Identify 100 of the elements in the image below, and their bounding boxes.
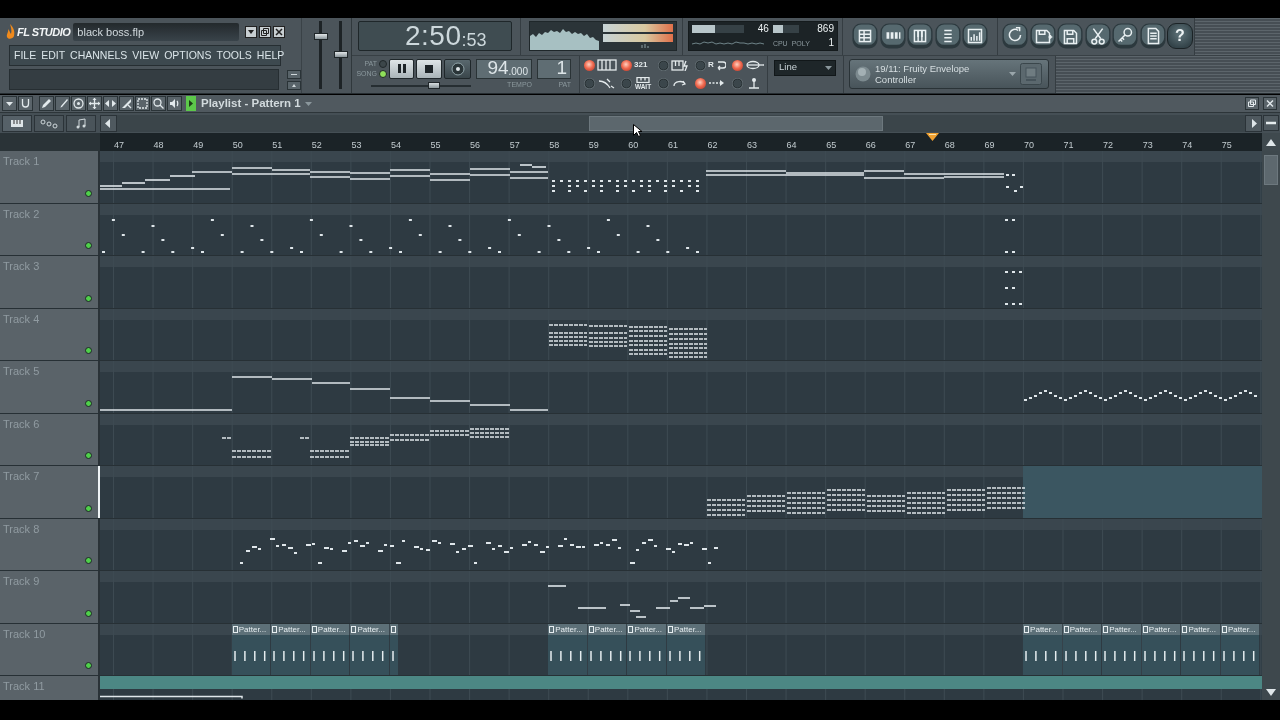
magnifier-icon[interactable] — [151, 96, 166, 111]
lamp-icon[interactable] — [658, 59, 669, 71]
enable-led-icon[interactable] — [85, 294, 92, 302]
minus-icon[interactable] — [1263, 115, 1279, 131]
lamp-icon[interactable] — [584, 77, 595, 89]
lamp-icon[interactable] — [695, 59, 706, 71]
horizontal-scrollbar[interactable] — [117, 114, 1245, 132]
lamp-icon[interactable] — [584, 59, 595, 71]
nodes-icon[interactable] — [34, 114, 64, 132]
piano-keys-icon[interactable] — [907, 23, 933, 50]
meter-reading: 46 — [757, 24, 769, 35]
help-button[interactable]: ? — [1167, 23, 1193, 50]
pattern-clip[interactable]: Patter... — [1023, 623, 1062, 675]
pattern-clip[interactable]: Patter... — [1062, 623, 1102, 675]
keyboard-icon[interactable] — [2, 114, 32, 132]
lamp-icon[interactable] — [732, 59, 743, 71]
return-arrow-icon — [715, 59, 726, 72]
key-icon[interactable] — [1112, 23, 1138, 50]
plugin-picker[interactable]: 19/11: Fruity Envelope Controller — [849, 59, 1049, 90]
menu-item[interactable]: HELP — [256, 50, 285, 61]
pattern-clip[interactable]: Patter... — [310, 623, 350, 675]
pattern-clip[interactable] — [390, 623, 398, 675]
magnet-icon[interactable] — [18, 96, 33, 111]
pattern-clip[interactable]: Patter... — [1141, 623, 1181, 675]
enable-led-icon[interactable] — [85, 504, 92, 512]
close-icon[interactable] — [273, 26, 286, 38]
pattern-clip[interactable]: Patter... — [548, 623, 587, 675]
close-icon[interactable] — [1263, 97, 1277, 110]
pads-icon[interactable] — [879, 23, 906, 50]
enable-led-icon[interactable] — [85, 242, 92, 249]
lamp-icon[interactable] — [695, 77, 706, 89]
grid-icon[interactable] — [852, 23, 878, 50]
restore-icon[interactable] — [259, 26, 272, 38]
enable-led-icon[interactable] — [85, 452, 92, 459]
clip-icon — [351, 625, 357, 633]
clip-icon — [667, 625, 673, 633]
small-button-icon[interactable] — [287, 80, 301, 90]
menu-item[interactable]: FILE — [14, 50, 37, 61]
snap-dropdown[interactable]: Line — [774, 59, 836, 76]
mode-lamp-icon[interactable] — [379, 69, 387, 78]
target-icon[interactable] — [71, 96, 86, 111]
clip-label: Patter... — [1030, 624, 1058, 634]
pencil-icon[interactable] — [39, 96, 54, 111]
enable-led-icon[interactable] — [85, 557, 92, 564]
pattern-clip[interactable]: Patter... — [627, 623, 666, 675]
play-icon[interactable] — [186, 96, 196, 111]
pattern-clip[interactable]: Patter... — [1181, 623, 1220, 675]
playhead-marker-icon[interactable] — [926, 133, 939, 141]
floppy-plus-icon[interactable] — [1029, 23, 1056, 50]
clip-icon — [1024, 625, 1030, 633]
speaker-icon[interactable] — [167, 96, 182, 111]
brush-icon[interactable] — [55, 96, 70, 111]
pattern-clip[interactable]: Patter... — [350, 623, 389, 675]
automation-clip[interactable] — [100, 676, 1262, 689]
menu-item[interactable]: OPTIONS — [164, 50, 212, 61]
enable-led-icon[interactable] — [85, 399, 92, 407]
lamp-icon[interactable] — [621, 77, 632, 89]
lamp-icon[interactable] — [658, 77, 669, 89]
clip-icon — [1142, 625, 1148, 633]
pattern-clip[interactable]: Patter... — [1102, 623, 1141, 675]
record-button[interactable] — [444, 58, 471, 79]
playlist-title: Playlist - Pattern 1 — [201, 95, 301, 111]
small-button-icon[interactable] — [287, 69, 301, 79]
pattern-clip[interactable]: Patter... — [666, 623, 706, 675]
lamp-icon[interactable] — [621, 59, 632, 71]
slider-handle[interactable] — [334, 50, 348, 58]
slider-handle[interactable] — [428, 81, 441, 89]
caret-down-icon[interactable] — [2, 96, 17, 111]
list-icon[interactable] — [934, 23, 961, 50]
menu-item[interactable]: EDIT — [41, 50, 66, 61]
pause-button[interactable] — [389, 58, 414, 79]
restore-icon[interactable] — [1245, 97, 1259, 110]
scissors-icon[interactable] — [1084, 23, 1111, 50]
lamp-icon[interactable] — [732, 77, 743, 89]
enable-led-icon[interactable] — [85, 347, 92, 354]
enable-led-icon[interactable] — [85, 189, 92, 197]
menu-item[interactable]: CHANNELS — [70, 50, 128, 61]
up-arrow-icon[interactable] — [1266, 138, 1276, 146]
pattern-clip[interactable]: Patter... — [1220, 623, 1260, 675]
scrollbar-thumb[interactable] — [589, 115, 883, 131]
music-note-icon[interactable] — [66, 114, 96, 132]
pattern-clip[interactable]: Patter... — [231, 623, 271, 675]
horizontal-arrows-icon[interactable] — [103, 96, 118, 111]
knife-icon[interactable] — [119, 96, 134, 111]
document-icon[interactable] — [1139, 23, 1166, 50]
pattern-clip[interactable]: Patter... — [271, 623, 310, 675]
vertical-scrollbar[interactable] — [1262, 151, 1280, 700]
move-arrows-icon[interactable] — [87, 96, 102, 111]
selection-box-icon[interactable] — [135, 96, 150, 111]
menu-item[interactable]: TOOLS — [216, 50, 252, 61]
menu-item[interactable]: VIEW — [132, 50, 160, 61]
bars-icon[interactable] — [962, 23, 988, 50]
pattern-clip[interactable]: Patter... — [587, 623, 627, 675]
stop-button[interactable] — [416, 58, 442, 79]
scrollbar-thumb[interactable] — [1264, 155, 1278, 185]
enable-led-icon[interactable] — [85, 662, 92, 669]
slider-handle[interactable] — [314, 32, 328, 40]
down-arrow-icon[interactable] — [1266, 689, 1276, 696]
enable-led-icon[interactable] — [85, 609, 92, 617]
caret-down-icon[interactable] — [245, 26, 258, 38]
